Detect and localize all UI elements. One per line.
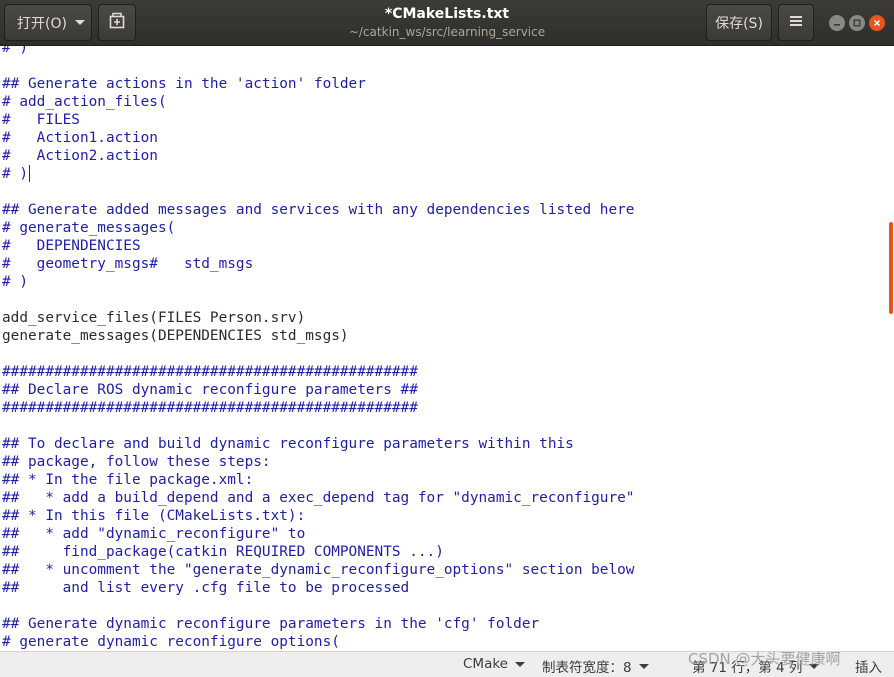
save-button[interactable]: 保存(S) xyxy=(706,4,772,41)
code-line: generate_messages(DEPENDENCIES std_msgs) xyxy=(2,328,349,344)
minimize-icon xyxy=(833,19,841,27)
code-line: # ) xyxy=(2,274,28,290)
tab-width-label: 制表符宽度：8 xyxy=(542,660,632,676)
code-line: # ) xyxy=(2,165,30,182)
scrollbar-thumb[interactable] xyxy=(889,222,893,314)
open-button[interactable]: 打开(O) xyxy=(4,4,92,41)
code-line: # Action1.action xyxy=(2,130,158,146)
watermark: CSDN @大头要健康啊 xyxy=(688,650,841,668)
close-button[interactable] xyxy=(869,15,885,31)
code-line: ## * add a build_depend and a exec_depen… xyxy=(2,490,635,506)
code-line: ########################################… xyxy=(2,364,418,380)
code-line: ## package, follow these steps: xyxy=(2,454,271,470)
code-line: ########################################… xyxy=(2,400,418,416)
maximize-button[interactable] xyxy=(849,15,865,31)
code-line: # FILES xyxy=(2,112,80,128)
code-line: # ) xyxy=(2,46,28,56)
text-editor[interactable]: # ) ## Generate actions in the 'action' f… xyxy=(0,46,888,651)
code-line: ## Generate added messages and services … xyxy=(2,202,635,218)
code-line: # add_action_files( xyxy=(2,94,167,110)
code-line: ## * add "dynamic_reconfigure" to xyxy=(2,526,306,542)
close-icon xyxy=(873,19,881,27)
minimize-button[interactable] xyxy=(829,15,845,31)
new-document-icon xyxy=(108,12,126,34)
window-title-block: *CMakeLists.txt ~/catkin_ws/src/learning… xyxy=(250,6,644,39)
new-document-button[interactable] xyxy=(98,4,136,41)
code-line: ## find_package(catkin REQUIRED COMPONEN… xyxy=(2,544,444,560)
menu-button[interactable] xyxy=(778,4,814,41)
code-line: ## * In the file package.xml: xyxy=(2,472,254,488)
language-selector[interactable]: CMake xyxy=(463,656,525,672)
code-line: ## Generate dynamic reconfigure paramete… xyxy=(2,616,540,632)
code-line: ## and list every .cfg file to be proces… xyxy=(2,580,410,596)
code-line: ## Generate actions in the 'action' fold… xyxy=(2,76,366,92)
code-line: # Action2.action xyxy=(2,148,158,164)
chevron-down-icon xyxy=(74,20,85,25)
code-line: # DEPENDENCIES xyxy=(2,238,141,254)
text-cursor xyxy=(29,165,30,182)
hamburger-menu-icon xyxy=(789,15,803,31)
language-label: CMake xyxy=(463,656,508,672)
chevron-down-icon xyxy=(638,663,649,669)
code-line: ## To declare and build dynamic reconfig… xyxy=(2,436,574,452)
insert-mode: 插入 xyxy=(855,656,882,676)
window-title: *CMakeLists.txt xyxy=(384,6,510,22)
chevron-down-icon xyxy=(515,661,525,667)
maximize-icon xyxy=(853,19,861,27)
code-line: ## * In this file (CMakeLists.txt): xyxy=(2,508,306,524)
insert-mode-label: 插入 xyxy=(855,660,882,676)
header-bar: 打开(O) *CMakeLists.txt ~/catkin_ws/src/le… xyxy=(0,0,894,46)
code-line: # geometry_msgs# std_msgs xyxy=(2,256,254,272)
code-line: # generate dynamic reconfigure options( xyxy=(2,634,340,650)
tab-width-selector[interactable]: 制表符宽度：8 xyxy=(542,656,649,676)
window-subtitle: ~/catkin_ws/src/learning_service xyxy=(348,25,546,39)
save-button-label: 保存(S) xyxy=(715,15,763,32)
open-button-label: 打开(O) xyxy=(17,15,67,32)
code-line: ## Declare ROS dynamic reconfigure param… xyxy=(2,382,418,398)
code-line: ## * uncomment the "generate_dynamic_rec… xyxy=(2,562,635,578)
code-line: # generate_messages( xyxy=(2,220,176,236)
code-line: add_service_files(FILES Person.srv) xyxy=(2,310,306,326)
